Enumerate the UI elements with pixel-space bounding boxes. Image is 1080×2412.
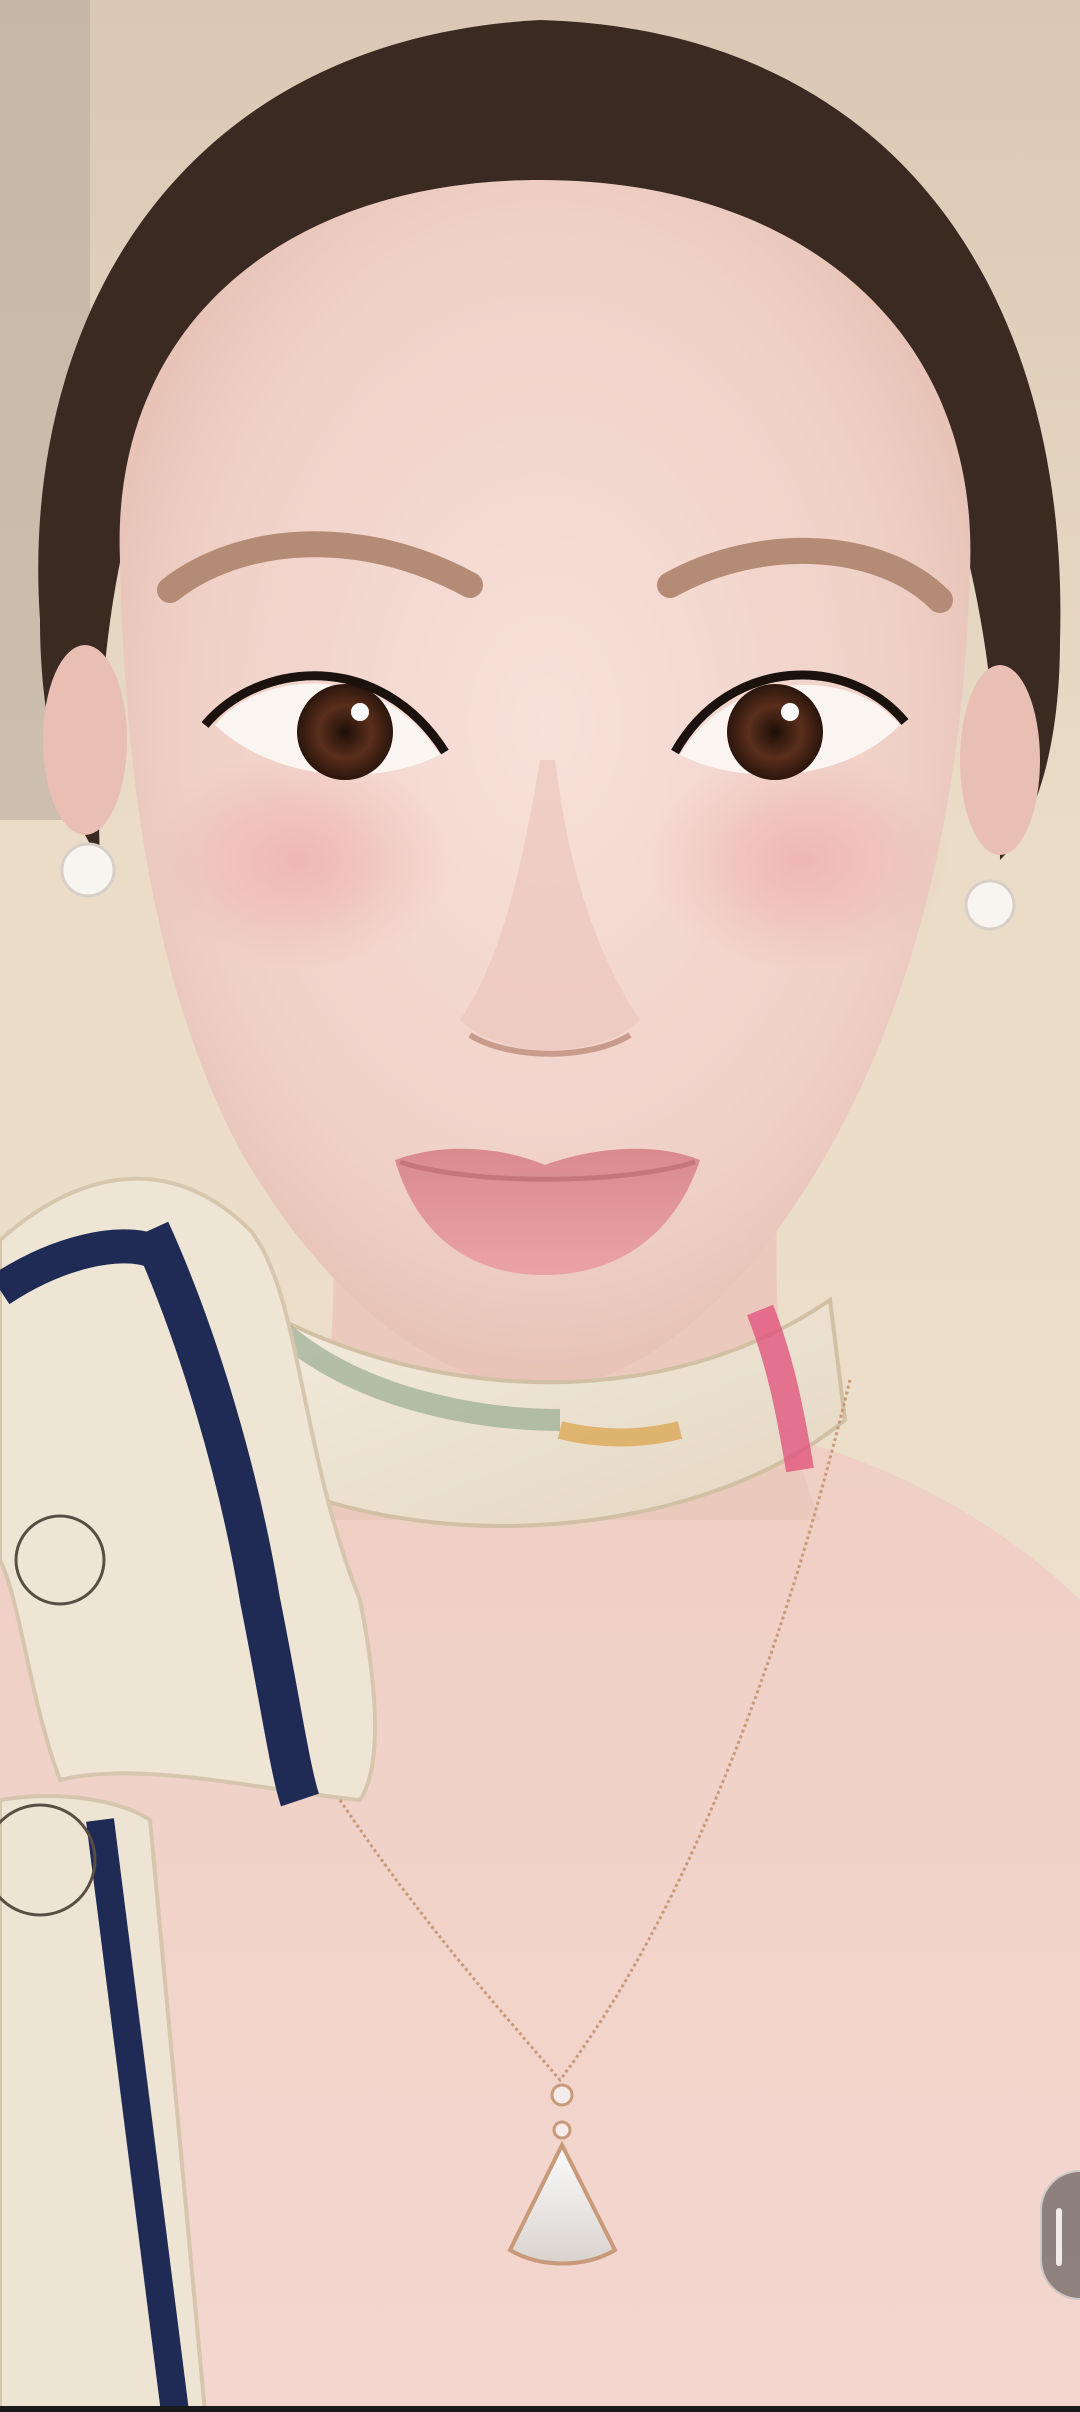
side-handle-icon[interactable]: [1040, 2170, 1080, 2300]
right-ear: [960, 665, 1040, 855]
side-handle-grip: [1056, 2208, 1062, 2266]
bottom-edge-strip: [0, 2406, 1080, 2412]
left-blush: [150, 750, 450, 970]
photo-canvas: [0, 0, 1080, 2412]
scarf-print-orange: [557, 1421, 683, 1447]
portrait-illustration: [0, 0, 1080, 2412]
right-blush: [650, 750, 950, 970]
left-pearl-earring: [60, 842, 116, 898]
right-pearl-earring: [964, 879, 1016, 931]
left-ear: [43, 645, 127, 835]
